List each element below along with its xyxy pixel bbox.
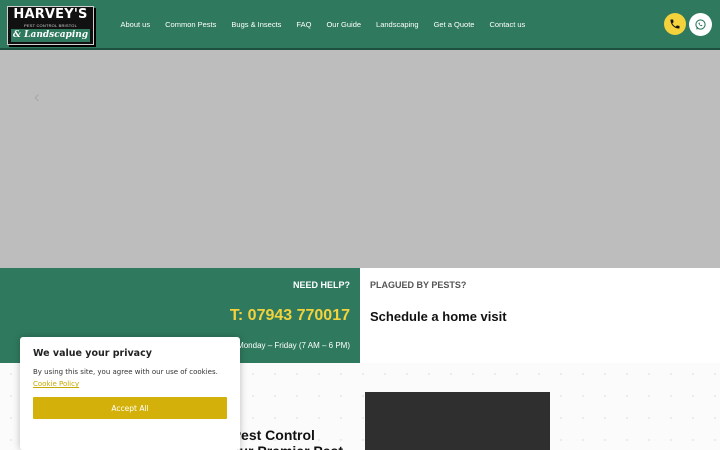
hero-banner: ‹ <box>0 50 720 268</box>
phone-number-link[interactable]: T: 07943 770017 <box>230 307 350 325</box>
call-button[interactable] <box>664 13 686 35</box>
nav-item-bugs-insects[interactable]: Bugs & Insects <box>231 20 281 29</box>
opening-hours: Monday – Friday (7 AM – 6 PM) <box>237 341 350 350</box>
cookie-consent-popup: We value your privacy By using this site… <box>20 337 240 450</box>
accept-all-button[interactable]: Accept All <box>33 397 227 419</box>
nav-item-contact-us[interactable]: Contact us <box>489 20 525 29</box>
nav-item-common-pests[interactable]: Common Pests <box>165 20 216 29</box>
carousel-prev-icon[interactable]: ‹ <box>34 87 40 107</box>
logo-main-text: HARVEY'S <box>13 7 88 22</box>
video-player[interactable] <box>365 392 550 450</box>
cookie-text: By using this site, you agree with our u… <box>33 366 229 390</box>
cookie-title: We value your privacy <box>33 348 152 359</box>
nav-item-our-guide[interactable]: Our Guide <box>326 20 361 29</box>
nav-item-about-us[interactable]: About us <box>121 20 151 29</box>
nav-item-landscaping[interactable]: Landscaping <box>376 20 419 29</box>
site-header: HARVEY'S PEST CONTROL BRISTOL & Landscap… <box>0 0 720 50</box>
whatsapp-button[interactable] <box>689 13 712 36</box>
page: HARVEY'S PEST CONTROL BRISTOL & Landscap… <box>0 0 720 450</box>
logo-script-text: & Landscaping <box>11 29 90 42</box>
schedule-visit-link[interactable]: Schedule a home visit <box>370 309 507 324</box>
site-logo[interactable]: HARVEY'S PEST CONTROL BRISTOL & Landscap… <box>7 6 94 45</box>
cookie-message: By using this site, you agree with our u… <box>33 368 218 376</box>
plagued-heading: PLAGUED BY PESTS? <box>370 280 467 290</box>
nav-item-faq[interactable]: FAQ <box>296 20 311 29</box>
plagued-panel: PLAGUED BY PESTS? Schedule a home visit <box>360 268 720 363</box>
cookie-policy-link[interactable]: Cookie Policy <box>33 380 79 388</box>
logo-sub-text: PEST CONTROL BRISTOL <box>23 23 78 28</box>
phone-icon <box>670 19 680 29</box>
nav-item-get-a-quote[interactable]: Get a Quote <box>434 20 475 29</box>
need-help-heading: NEED HELP? <box>292 280 350 290</box>
whatsapp-icon <box>695 19 706 30</box>
main-nav: About us Common Pests Bugs & Insects FAQ… <box>113 0 533 49</box>
